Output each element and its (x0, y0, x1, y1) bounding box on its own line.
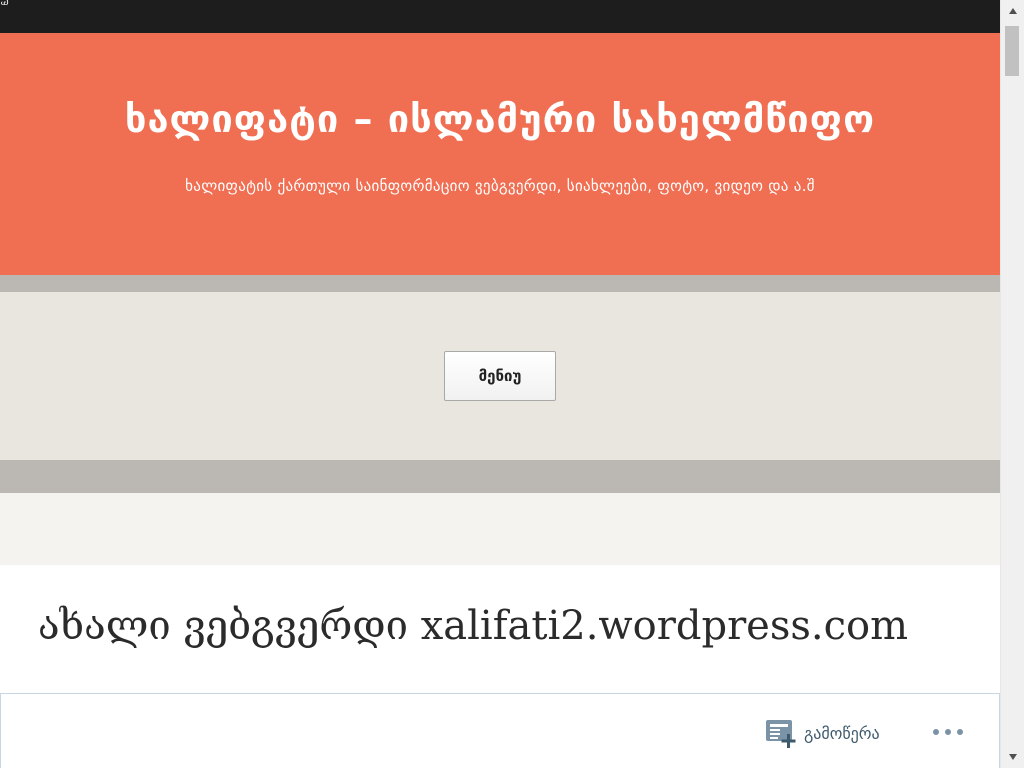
top-bar: Ꮚ (0, 0, 1000, 33)
ellipsis-icon[interactable] (930, 722, 966, 742)
site-title[interactable]: ხალიფატი – ისლამური სახელმწიფო (0, 97, 1000, 141)
scroll-up-arrow-icon[interactable] (1001, 0, 1024, 22)
site-tagline: ხალიფატის ქართული საინფორმაციო ვებგვერდი… (185, 177, 815, 195)
reader-plus-icon (766, 720, 796, 748)
follow-action-bar: გამოწერა (0, 693, 1000, 768)
corner-glyph: Ꮚ (1, 0, 9, 8)
follow-button[interactable]: გამოწერა (765, 717, 880, 749)
follow-label: გამოწერა (804, 723, 880, 743)
divider-band-bottom (0, 460, 1000, 493)
scroll-down-arrow-icon[interactable] (1001, 746, 1024, 768)
post-title[interactable]: ახალი ვებგვერდი xalifati2.wordpress.com (38, 595, 978, 657)
divider-band-top (0, 275, 1000, 292)
content-gap (0, 493, 1000, 565)
scrollbar-thumb[interactable] (1005, 26, 1019, 76)
vertical-scrollbar[interactable] (1000, 0, 1024, 768)
site-header: ხალიფატი – ისლამური სახელმწიფო ხალიფატის… (0, 33, 1000, 275)
menu-toggle-button[interactable]: მენიუ (444, 351, 556, 401)
browser-viewport: Ꮚ ხალიფატი – ისლამური სახელმწიფო ხალიფატ… (0, 0, 1000, 768)
